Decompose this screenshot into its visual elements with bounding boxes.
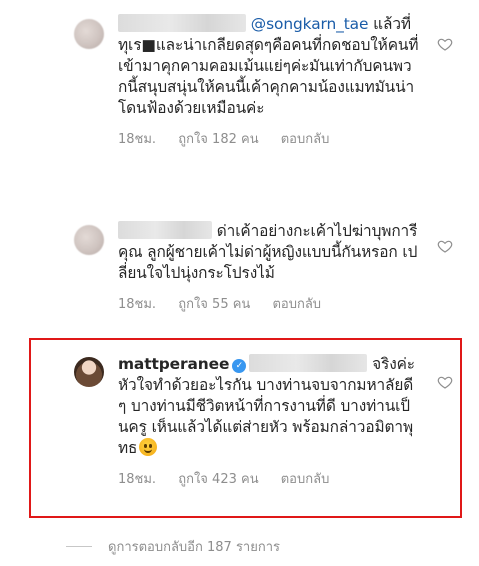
avatar[interactable] — [74, 19, 104, 49]
comment-text: ด่าเค้าอย่างกะเค้าไปฆ่าบุพการีคุณ ลูกผู้… — [118, 221, 420, 284]
mention-link[interactable]: @songkarn_tae — [251, 15, 369, 33]
likes-count[interactable]: ถูกใจ 55 คน — [178, 297, 250, 312]
comment-meta: 18ชม. ถูกใจ 423 คน ตอบกลับ — [118, 471, 420, 489]
avatar[interactable] — [74, 225, 104, 255]
heart-outline-icon[interactable] — [437, 374, 453, 390]
timestamp: 18ชม. — [118, 472, 157, 487]
comment-meta: 18ชม. ถูกใจ 55 คน ตอบกลับ — [118, 296, 420, 314]
divider-line — [66, 546, 92, 547]
comment-text: mattperanee ✓ จริงค่ะ หัวใจทำด้วยอะไรกัน … — [118, 354, 420, 459]
reply-button[interactable]: ตอบกลับ — [281, 132, 330, 147]
blurred-username[interactable] — [249, 354, 368, 372]
view-more-replies[interactable]: ดูการตอบกลับอีก 187 รายการ — [66, 536, 280, 557]
username-link[interactable]: mattperanee — [118, 355, 229, 373]
likes-count[interactable]: ถูกใจ 423 คน — [178, 472, 258, 487]
view-more-replies-label[interactable]: ดูการตอบกลับอีก 187 รายการ — [108, 536, 280, 557]
avatar[interactable] — [74, 357, 104, 387]
reply-button[interactable]: ตอบกลับ — [272, 297, 321, 312]
reply-button[interactable]: ตอบกลับ — [281, 472, 330, 487]
blurred-username[interactable] — [118, 14, 246, 32]
comment-text: @songkarn_tae แล้วที่ทุเร■และน่าเกลียดสุ… — [118, 14, 420, 119]
upside-down-face-emoji — [139, 438, 158, 456]
likes-count[interactable]: ถูกใจ 182 คน — [178, 132, 258, 147]
timestamp: 18ชม. — [118, 297, 157, 312]
timestamp: 18ชม. — [118, 132, 157, 147]
blurred-username[interactable] — [118, 221, 212, 239]
heart-outline-icon[interactable] — [437, 36, 453, 52]
heart-outline-icon[interactable] — [437, 238, 453, 254]
verified-badge-icon: ✓ — [232, 359, 247, 373]
comment-meta: 18ชม. ถูกใจ 182 คน ตอบกลับ — [118, 131, 420, 149]
